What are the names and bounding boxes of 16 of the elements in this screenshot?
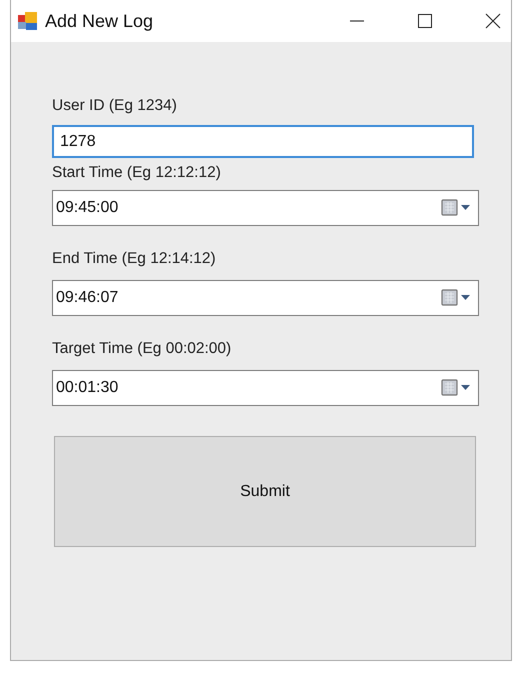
- time-value: 09:46:07: [56, 289, 120, 307]
- field-label: User ID (Eg 1234): [52, 97, 178, 115]
- submit-button[interactable]: Submit: [54, 436, 476, 547]
- time-value: 09:45:00: [56, 199, 120, 217]
- window-title: Add New Log: [45, 10, 154, 32]
- time-value: 00:01:30: [56, 379, 120, 397]
- time-picker[interactable]: 00:01:30: [52, 370, 479, 406]
- field-label: Start Time (Eg 12:12:12): [52, 164, 222, 182]
- close-icon[interactable]: [483, 11, 503, 31]
- time-picker[interactable]: 09:45:00: [52, 190, 479, 226]
- time-picker[interactable]: 09:46:07: [52, 280, 479, 316]
- app-icon: [17, 11, 39, 31]
- field-label: End Time (Eg 12:14:12): [52, 250, 217, 268]
- field-label: Target Time (Eg 00:02:00): [52, 340, 232, 358]
- input-field[interactable]: 1278: [52, 125, 474, 158]
- maximize-icon[interactable]: [415, 11, 435, 31]
